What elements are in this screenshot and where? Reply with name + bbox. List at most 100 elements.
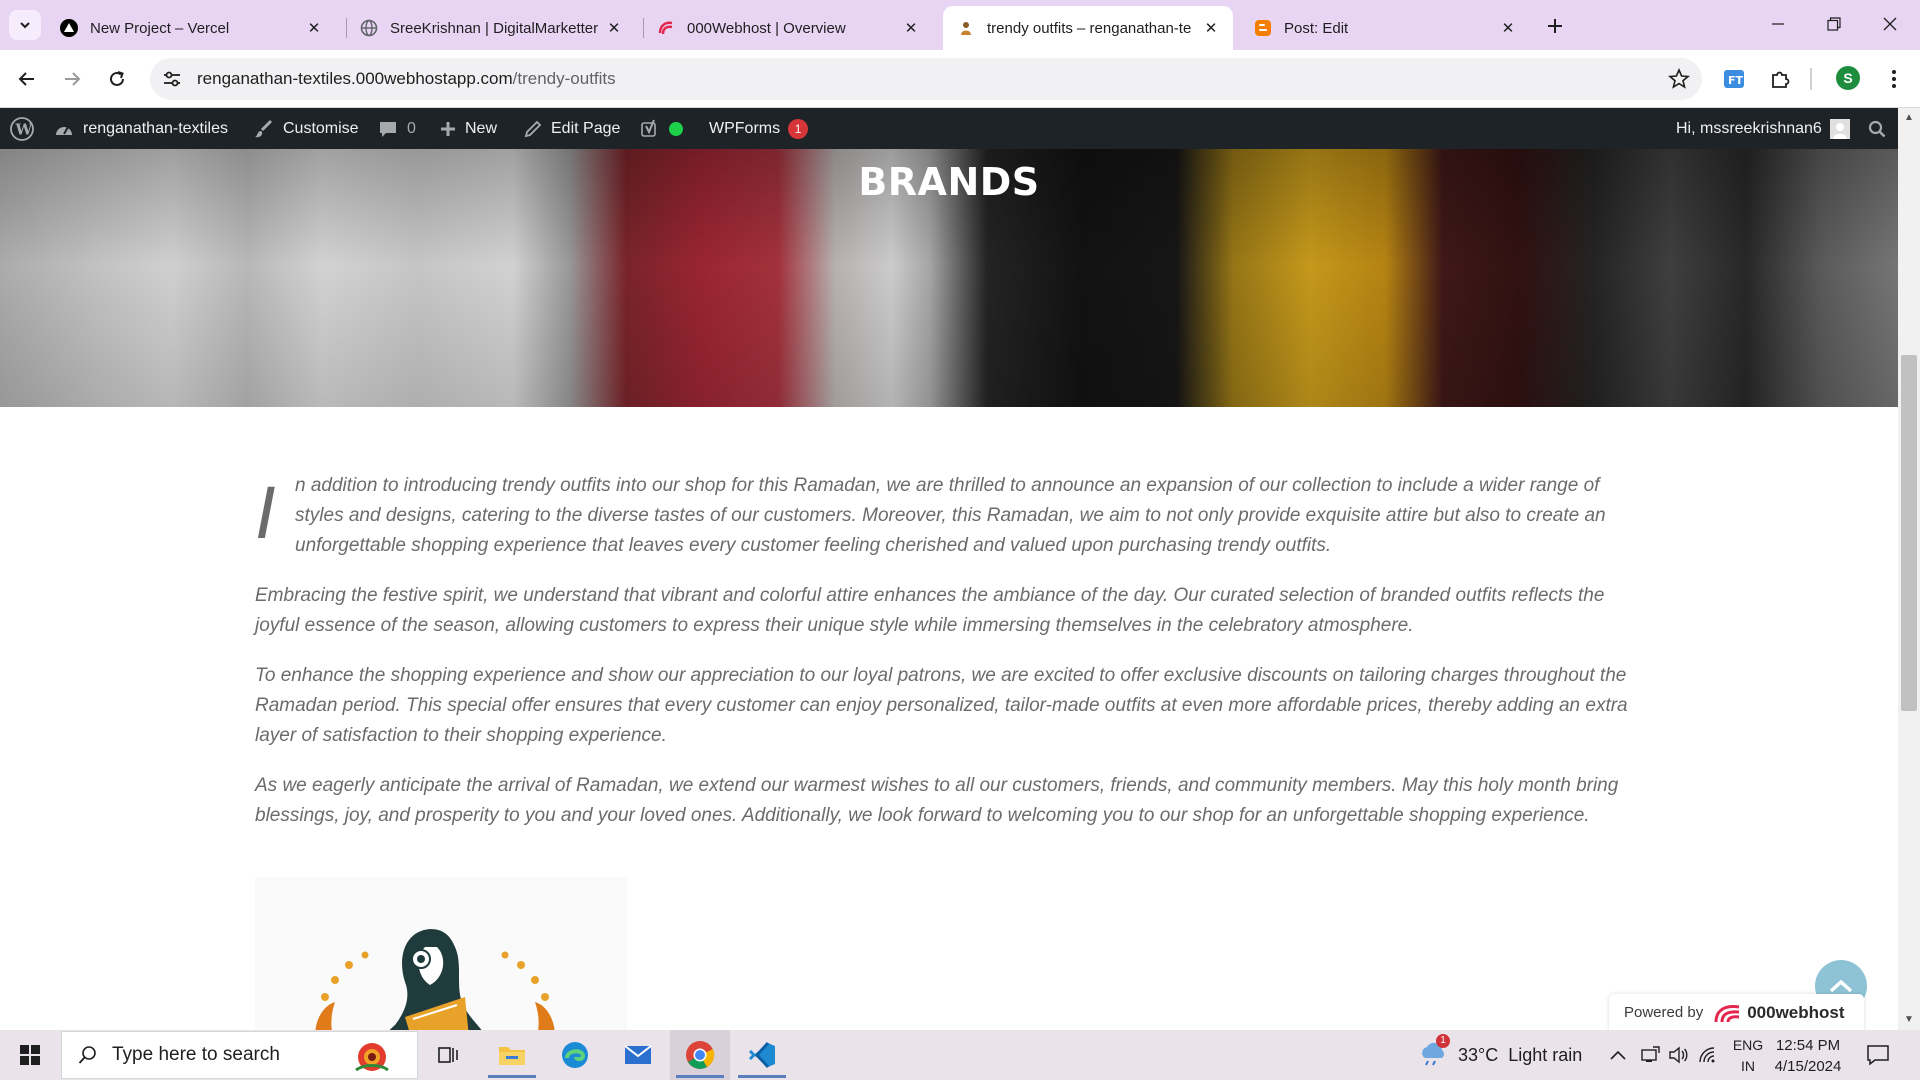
site-name-menu[interactable]: renganathan-textiles (54, 108, 228, 149)
wifi-button[interactable] (1698, 1030, 1718, 1080)
edit-page-label: Edit Page (551, 119, 621, 137)
arrow-left-icon (18, 72, 34, 86)
minimize-icon (1772, 23, 1784, 25)
browser-toolbar: renganathan-textiles.000webhostapp.com/t… (0, 50, 1920, 108)
tab-title: trendy outfits – renganathan-te (987, 19, 1192, 37)
scroll-down-arrow-icon[interactable]: ▼ (1903, 1014, 1915, 1026)
new-content-menu[interactable]: New (440, 108, 497, 149)
browser-tab[interactable]: 000Webhost | Overview ✕ (643, 6, 933, 50)
close-icon[interactable]: ✕ (604, 18, 624, 38)
task-view-button[interactable] (418, 1030, 478, 1080)
close-window-button[interactable] (1862, 0, 1918, 48)
network-icon (1641, 1046, 1660, 1062)
wpforms-menu[interactable]: WPForms 1 (709, 108, 809, 149)
network-status-button[interactable] (1640, 1030, 1660, 1080)
woman-silhouette-logo (315, 929, 555, 1031)
url-host: renganathan-textiles.000webhostapp.com (197, 69, 513, 88)
browser-tab[interactable]: Post: Edit ✕ (1240, 6, 1530, 50)
weather-condition: Light rain (1508, 1044, 1583, 1065)
volume-button[interactable] (1668, 1030, 1688, 1080)
puzzle-icon (1772, 71, 1790, 88)
extensions-button[interactable] (1766, 65, 1794, 93)
wpforms-label: WPForms (709, 119, 781, 137)
powered-by-badge[interactable]: Powered by 000webhost (1609, 994, 1864, 1031)
comments-link[interactable]: 0 (378, 108, 416, 149)
browser-tab-active[interactable]: trendy outfits – renganathan-te ✕ (943, 6, 1233, 50)
arrow-right-icon (65, 72, 81, 86)
globe-icon (360, 19, 378, 37)
bookmark-star-icon[interactable] (1668, 68, 1690, 90)
vscode-icon (748, 1041, 775, 1069)
page-content: BRANDS I n addition to introducing trend… (0, 149, 1898, 1031)
edit-page-link[interactable]: Edit Page (524, 108, 620, 149)
browser-tab[interactable]: New Project – Vercel ✕ (46, 6, 336, 50)
chrome-button[interactable] (670, 1030, 730, 1080)
powered-by-label: Powered by (1624, 1004, 1704, 1021)
weather-widget[interactable]: 1 33°C Light rain (1418, 1030, 1582, 1080)
profile-avatar[interactable]: S (1836, 66, 1860, 90)
vercel-icon (60, 19, 78, 37)
comments-count: 0 (407, 119, 416, 137)
tab-title: SreeKrishnan | DigitalMarketter (390, 19, 599, 37)
yoast-seo-menu[interactable] (640, 108, 683, 149)
mail-icon (624, 1045, 652, 1064)
chrome-menu-button[interactable] (1880, 65, 1908, 93)
file-explorer-button[interactable] (482, 1030, 542, 1080)
wp-admin-bar: W renganathan-textiles Customise 0 New E… (0, 108, 1898, 149)
new-tab-button[interactable] (1541, 12, 1569, 40)
paintbrush-icon (254, 119, 274, 139)
customise-link[interactable]: Customise (254, 108, 359, 149)
paragraph-text: Embracing the festive spirit, we underst… (255, 585, 1605, 636)
url-text[interactable]: renganathan-textiles.000webhostapp.com/t… (197, 69, 616, 89)
site-settings-icon[interactable] (162, 69, 182, 89)
vscode-button[interactable] (732, 1030, 792, 1080)
new-label: New (465, 119, 498, 137)
close-icon[interactable]: ✕ (1498, 18, 1518, 38)
tab-title: 000Webhost | Overview (687, 19, 846, 37)
translate-extension-button[interactable]: FT (1720, 65, 1748, 93)
search-icon (78, 1046, 96, 1064)
close-icon[interactable]: ✕ (901, 18, 921, 38)
scroll-up-arrow-icon[interactable]: ▲ (1903, 112, 1915, 124)
scrollbar-thumb[interactable] (1901, 355, 1917, 711)
show-hidden-icons-button[interactable] (1610, 1030, 1626, 1080)
address-bar[interactable]: renganathan-textiles.000webhostapp.com/t… (150, 58, 1702, 100)
paragraph-text: n addition to introducing trendy outfits… (295, 475, 1606, 556)
weather-badge: 1 (1436, 1033, 1450, 1048)
edge-browser-button[interactable] (545, 1030, 605, 1080)
browser-tab[interactable]: SreeKrishnan | DigitalMarketter ✕ (346, 6, 636, 50)
taskbar-search-box[interactable]: Type here to search (61, 1031, 418, 1079)
tab-search-button[interactable] (9, 10, 41, 40)
forward-button[interactable] (55, 62, 89, 96)
svg-text:W: W (15, 120, 34, 138)
restore-button[interactable] (1806, 0, 1862, 48)
page-scrollbar[interactable]: ▲ ▼ (1898, 108, 1920, 1030)
wordpress-logo-button[interactable]: W (10, 108, 34, 149)
notification-center-button[interactable] (1866, 1030, 1890, 1080)
chrome-icon (686, 1041, 715, 1069)
search-icon (1868, 120, 1886, 137)
wpforms-badge: 1 (788, 118, 809, 139)
mail-button[interactable] (608, 1030, 668, 1080)
reload-button[interactable] (100, 62, 134, 96)
restore-icon (1827, 17, 1841, 31)
close-icon[interactable]: ✕ (304, 18, 324, 38)
system-clock[interactable]: 12:54 PM 4/15/2024 (1758, 1035, 1858, 1077)
speaker-icon (1669, 1046, 1688, 1064)
minimize-button[interactable] (1750, 0, 1806, 48)
admin-search-button[interactable] (1868, 108, 1886, 149)
svg-text:FT: FT (1728, 74, 1744, 87)
000webhost-logo-icon (1714, 1004, 1740, 1022)
back-button[interactable] (10, 62, 44, 96)
search-highlight-icon[interactable] (342, 1036, 402, 1078)
close-icon[interactable]: ✕ (1201, 18, 1221, 38)
clock-time: 12:54 PM (1775, 1037, 1841, 1054)
my-account-menu[interactable]: Hi, mssreekrishnan6 (1676, 108, 1850, 149)
wifi-icon (1699, 1047, 1715, 1063)
tab-title: New Project – Vercel (90, 19, 230, 37)
browser-tab-strip: New Project – Vercel ✕ SreeKrishnan | Di… (0, 0, 1920, 50)
start-button[interactable] (0, 1030, 60, 1080)
pencil-icon (524, 120, 542, 138)
chevron-down-icon (20, 22, 30, 29)
toolbar-divider (1810, 68, 1812, 90)
